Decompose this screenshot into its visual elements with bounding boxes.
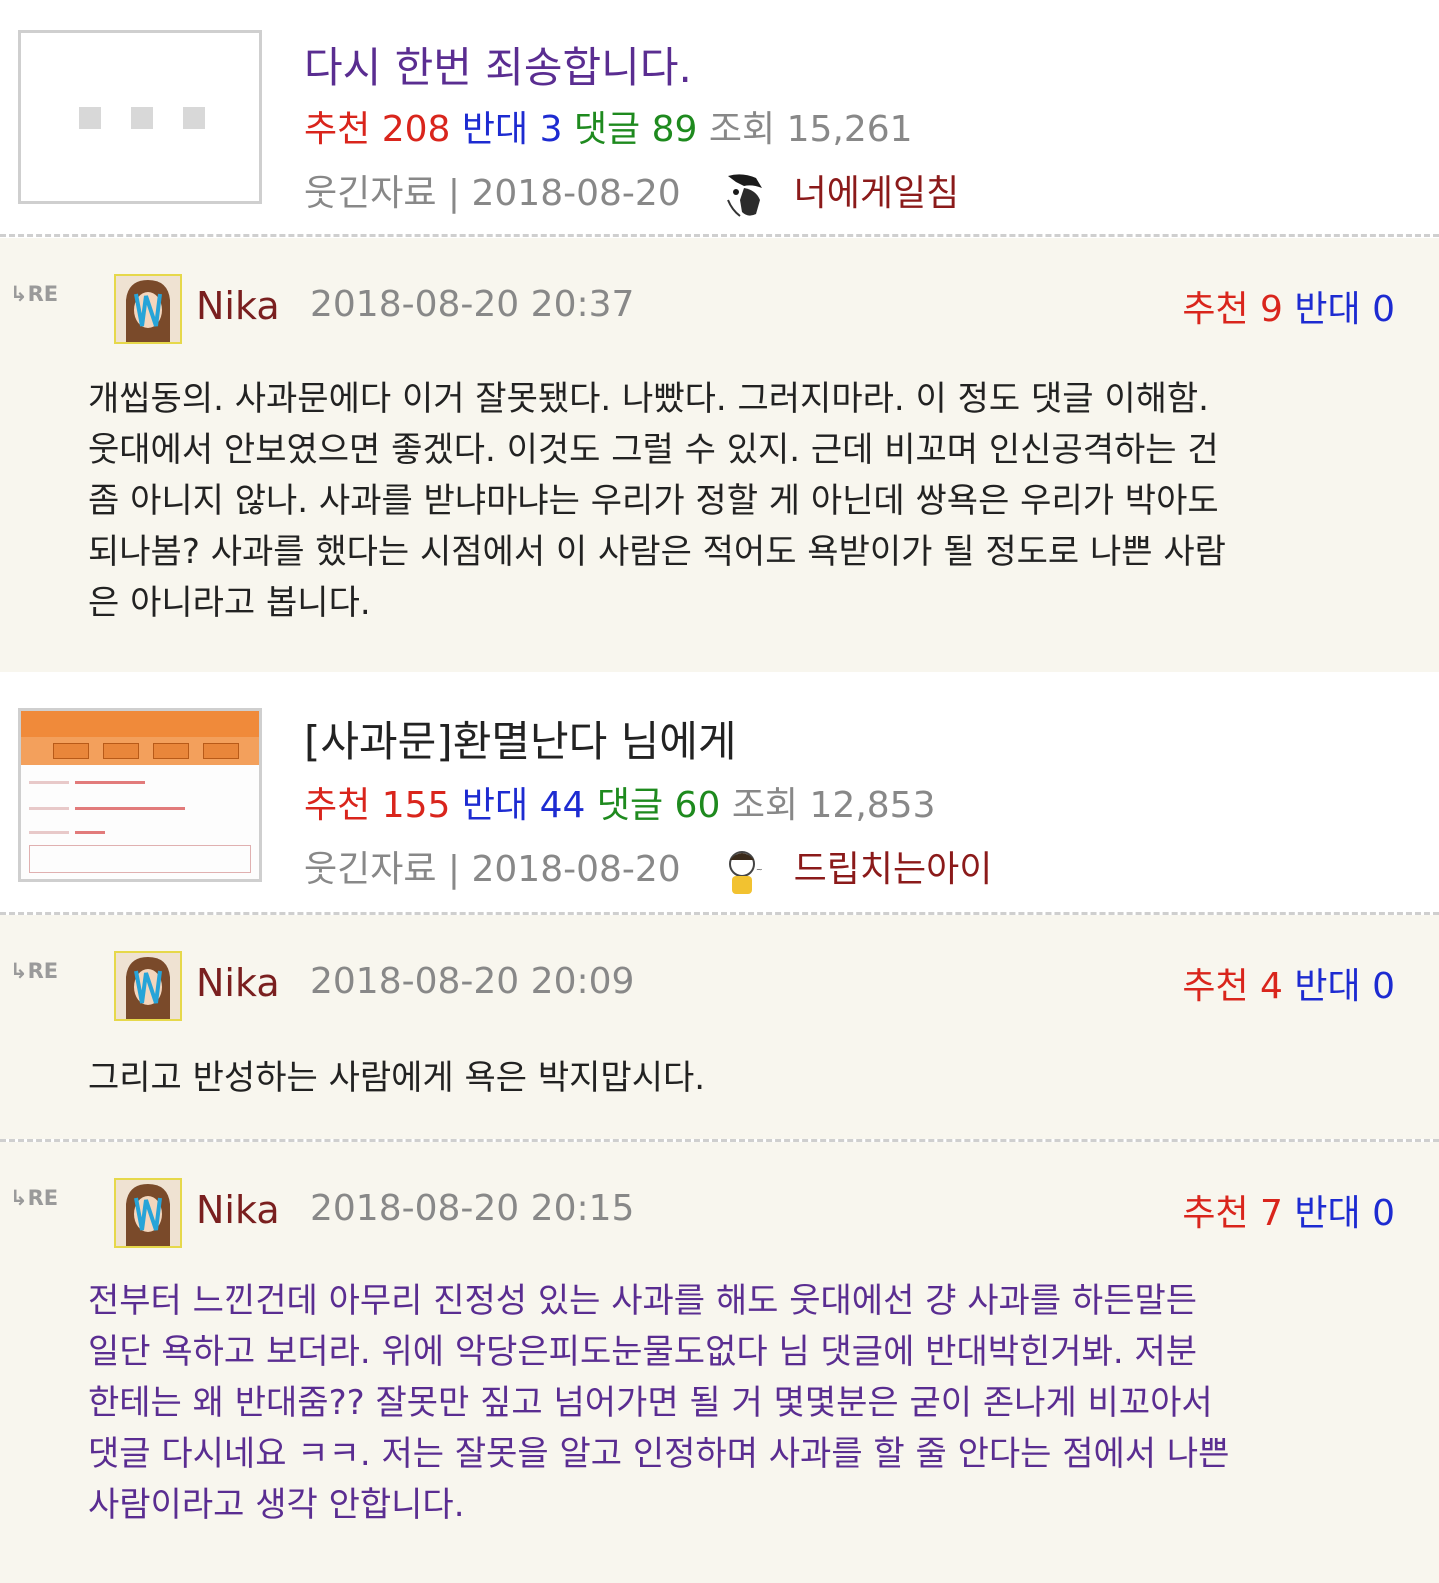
comment-body: 그리고 반성하는 사람에게 욕은 박지맙시다.: [88, 1058, 706, 1098]
reply-count: 89: [651, 109, 698, 150]
upvote-count: 9: [1260, 289, 1283, 330]
view-label: 조회: [731, 785, 799, 826]
downvote-label[interactable]: 반대: [1294, 966, 1360, 1007]
upvote-label: 추천: [304, 785, 371, 826]
downvote-label: 반대: [461, 109, 529, 150]
downvote-count: 0: [1372, 289, 1395, 330]
face-sketch-icon: [722, 170, 769, 220]
post-meta: 웃긴자료 | 2018-08-20 ~ 드립치는아이: [304, 840, 992, 896]
comment-item: ↳RE Nika 2018-08-20 20:15 추천 7 반대 0 전부터 …: [0, 1142, 1439, 1583]
post-item[interactable]: 다시 한번 죄송합니다. 추천 208 반대 3 댓글 89 조회 15,261…: [0, 0, 1439, 236]
reply-arrow-icon: ↳RE: [10, 1186, 59, 1210]
downvote-count: 0: [1372, 966, 1395, 1007]
comment-votes: 추천 7 반대 0: [1182, 1184, 1395, 1236]
downvote-count: 3: [539, 109, 563, 150]
downvote-label[interactable]: 반대: [1294, 289, 1360, 330]
downvote-count: 44: [539, 785, 586, 826]
upvote-count: 155: [381, 785, 451, 826]
placeholder-dots-icon: [79, 107, 205, 129]
post-author[interactable]: 너에게일침: [794, 173, 960, 214]
post-title[interactable]: [사과문]환멸난다 님에게: [304, 708, 737, 769]
comment-author[interactable]: Nika: [196, 961, 280, 1005]
comment-body: 전부터 느낀건데 아무리 진정성 있는 사과를 해도 웃대에선 걍 사과를 하든…: [88, 1281, 1230, 1525]
upvote-count: 4: [1260, 966, 1283, 1007]
reply-label: 댓글: [596, 785, 664, 826]
divider: [0, 234, 1439, 237]
post-thumbnail-placeholder[interactable]: [18, 30, 262, 204]
post-stats: 추천 208 반대 3 댓글 89 조회 15,261: [304, 100, 913, 152]
upvote-label: 추천: [304, 109, 371, 150]
post-stats: 추천 155 반대 44 댓글 60 조회 12,853: [304, 776, 935, 828]
view-count: 15,261: [786, 109, 913, 150]
upvote-count: 208: [381, 109, 451, 150]
upvote-count: 7: [1260, 1193, 1283, 1234]
screenshot-thumbnail-icon: [21, 711, 259, 879]
downvote-count: 0: [1372, 1193, 1395, 1234]
reply-label: 댓글: [573, 109, 641, 150]
kid-drawing-icon: ~: [722, 846, 769, 896]
post-item[interactable]: [사과문]환멸난다 님에게 추천 155 반대 44 댓글 60 조회 12,8…: [0, 672, 1439, 910]
upvote-label[interactable]: 추천: [1182, 289, 1248, 330]
downvote-label: 반대: [461, 785, 529, 826]
comment-date: 2018-08-20 20:09: [310, 961, 635, 1002]
post-thumbnail[interactable]: [18, 708, 262, 882]
view-count: 12,853: [809, 785, 936, 826]
avatar[interactable]: [114, 1178, 182, 1248]
reply-count: 60: [674, 785, 721, 826]
category-date: 웃긴자료 | 2018-08-20: [304, 173, 681, 214]
comment-author[interactable]: Nika: [196, 1188, 280, 1232]
category-date: 웃긴자료 | 2018-08-20: [304, 849, 681, 890]
comment-item: ↳RE Nika 2018-08-20 20:37 추천 9 반대 0 개씹동의…: [0, 238, 1439, 672]
downvote-label[interactable]: 반대: [1294, 1193, 1360, 1234]
view-label: 조회: [708, 109, 776, 150]
comment-body: 개씹동의. 사과문에다 이거 잘못됐다. 나빴다. 그러지마라. 이 정도 댓글…: [88, 379, 1226, 623]
avatar[interactable]: [114, 274, 182, 344]
upvote-label[interactable]: 추천: [1182, 1193, 1248, 1234]
post-meta: 웃긴자료 | 2018-08-20 너에게일침: [304, 164, 959, 220]
post-author[interactable]: 드립치는아이: [794, 849, 993, 890]
comment-date: 2018-08-20 20:15: [310, 1188, 635, 1229]
post-title[interactable]: 다시 한번 죄송합니다.: [304, 34, 692, 95]
reply-arrow-icon: ↳RE: [10, 282, 59, 306]
svg-text:~: ~: [756, 865, 763, 874]
avatar[interactable]: [114, 951, 182, 1021]
upvote-label[interactable]: 추천: [1182, 966, 1248, 1007]
comment-date: 2018-08-20 20:37: [310, 284, 635, 325]
comment-votes: 추천 4 반대 0: [1182, 957, 1395, 1009]
comment-author[interactable]: Nika: [196, 284, 280, 328]
comment-item: ↳RE Nika 2018-08-20 20:09 추천 4 반대 0 그리고 …: [0, 915, 1439, 1139]
comment-votes: 추천 9 반대 0: [1182, 280, 1395, 332]
reply-arrow-icon: ↳RE: [10, 959, 59, 983]
